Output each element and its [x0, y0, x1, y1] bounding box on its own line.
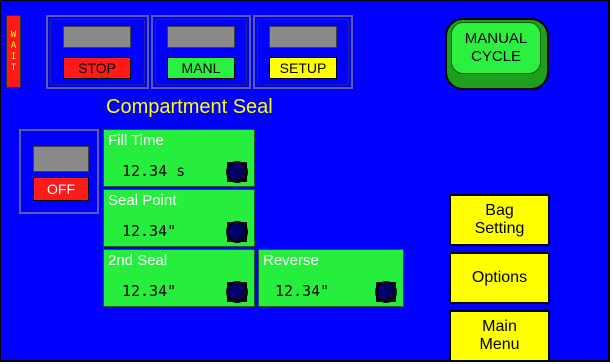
off-status-lamp [33, 146, 89, 172]
second-seal-knob-icon[interactable] [227, 282, 247, 302]
setup-panel: SETUP [253, 15, 353, 89]
reverse-label: Reverse [263, 252, 319, 269]
manual-cycle-button[interactable]: MANUAL CYCLE [445, 18, 549, 90]
off-button[interactable]: OFF [33, 177, 89, 201]
main-menu-button[interactable]: Main Menu [449, 310, 550, 362]
wait-indicator: WAIT [6, 15, 21, 88]
setup-button[interactable]: SETUP [269, 57, 337, 79]
wait-text: WAIT [10, 29, 17, 73]
seal-point-label: Seal Point [108, 192, 177, 209]
fill-time-label: Fill Time [108, 132, 164, 149]
page-title: Compartment Seal [106, 96, 273, 118]
fill-time-field[interactable]: Fill Time 12.34 s [103, 129, 255, 187]
second-seal-field[interactable]: 2nd Seal 12.34" [103, 249, 255, 307]
hmi-screen: WAIT STOP MANL SETUP MANUAL CYCLE Compar… [0, 0, 610, 362]
reverse-knob-icon[interactable] [376, 282, 396, 302]
reverse-value: 12.34" [275, 282, 330, 300]
second-seal-label: 2nd Seal [108, 252, 168, 269]
fill-time-knob-icon[interactable] [227, 162, 247, 182]
manl-status-lamp [167, 26, 235, 48]
manl-panel: MANL [151, 15, 251, 89]
fill-time-value: 12.34 s [122, 162, 186, 180]
stop-button[interactable]: STOP [63, 57, 131, 79]
manual-cycle-line2: CYCLE [470, 48, 522, 65]
main-menu-line1: Main [482, 318, 517, 335]
stop-panel: STOP [46, 15, 149, 89]
seal-point-field[interactable]: Seal Point 12.34" [103, 189, 255, 247]
manual-cycle-line1: MANUAL [464, 30, 528, 47]
bag-setting-button[interactable]: Bag Setting [449, 194, 550, 246]
seal-point-value: 12.34" [122, 222, 177, 240]
options-button[interactable]: Options [449, 252, 550, 304]
stop-status-lamp [63, 26, 131, 48]
main-menu-line2: Menu [479, 336, 520, 353]
bag-setting-line1: Bag [485, 202, 514, 219]
second-seal-value: 12.34" [122, 282, 177, 300]
reverse-field[interactable]: Reverse 12.34" [258, 249, 404, 307]
seal-point-knob-icon[interactable] [227, 222, 247, 242]
off-panel: OFF [19, 129, 99, 214]
bag-setting-line2: Setting [474, 220, 525, 237]
setup-status-lamp [269, 26, 337, 48]
manl-button[interactable]: MANL [167, 57, 235, 79]
options-label: Options [471, 269, 528, 286]
